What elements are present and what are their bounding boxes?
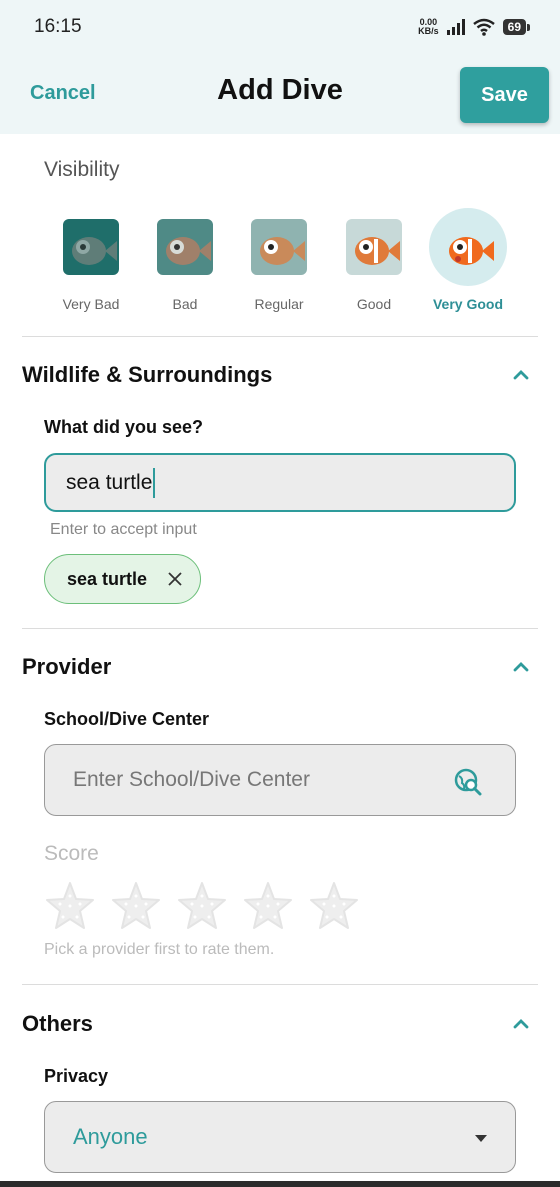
text-caret bbox=[153, 467, 156, 498]
system-nav-bar bbox=[0, 1181, 560, 1187]
privacy-select[interactable]: Anyone bbox=[44, 1101, 516, 1173]
visibility-option-label: Very Good bbox=[432, 296, 504, 312]
network-speed: 0.00 KB/s bbox=[418, 18, 439, 36]
wifi-icon bbox=[472, 18, 495, 36]
divider bbox=[22, 984, 538, 985]
battery-icon: 69 bbox=[502, 19, 531, 35]
school-input-placeholder: Enter School/Dive Center bbox=[73, 768, 310, 791]
chevron-up-icon[interactable] bbox=[510, 656, 532, 678]
score-stars bbox=[44, 880, 374, 936]
visibility-options: Very Bad Bad Regular Good Very Good bbox=[44, 208, 524, 318]
score-label: Score bbox=[44, 842, 99, 865]
visibility-label: Visibility bbox=[44, 158, 120, 181]
signal-icon bbox=[446, 19, 465, 35]
fish-icon bbox=[251, 219, 307, 275]
wildlife-chip[interactable]: sea turtle bbox=[44, 554, 201, 604]
school-input[interactable]: Enter School/Dive Center bbox=[44, 744, 516, 816]
divider bbox=[22, 336, 538, 337]
visibility-option-label: Good bbox=[356, 296, 392, 312]
save-button[interactable]: Save bbox=[460, 67, 549, 123]
chevron-up-icon[interactable] bbox=[510, 364, 532, 386]
visibility-option-bad[interactable]: Bad bbox=[135, 208, 235, 312]
visibility-option-label: Very Bad bbox=[62, 296, 120, 312]
globe-search-icon[interactable] bbox=[453, 767, 483, 797]
starfish-icon bbox=[310, 882, 358, 929]
fish-icon bbox=[440, 219, 496, 275]
starfish-icon bbox=[112, 882, 160, 929]
privacy-select-value: Anyone bbox=[73, 1124, 148, 1149]
starfish-icon bbox=[244, 882, 292, 929]
close-icon[interactable] bbox=[166, 570, 184, 588]
section-title-provider: Provider bbox=[22, 654, 112, 679]
network-speed-unit: KB/s bbox=[418, 26, 439, 36]
status-icons: 0.00 KB/s 69 bbox=[418, 18, 531, 36]
fish-icon bbox=[63, 219, 119, 275]
status-bar: 16:15 0.00 KB/s 69 bbox=[0, 0, 560, 54]
fish-icon bbox=[346, 219, 402, 275]
wildlife-question-label: What did you see? bbox=[44, 417, 204, 437]
score-hint: Pick a provider first to rate them. bbox=[44, 941, 275, 958]
starfish-icon bbox=[46, 882, 94, 929]
chip-label: sea turtle bbox=[67, 568, 148, 589]
app-header: Cancel Add Dive Save bbox=[0, 54, 560, 134]
wildlife-input-value: sea turtle bbox=[66, 470, 153, 494]
privacy-label: Privacy bbox=[44, 1066, 109, 1086]
section-title-wildlife: Wildlife & Surroundings bbox=[22, 362, 273, 387]
dropdown-arrow-icon bbox=[475, 1135, 487, 1142]
helper-text: Enter to accept input bbox=[50, 521, 197, 538]
visibility-option-regular[interactable]: Regular bbox=[229, 208, 329, 312]
visibility-option-label: Regular bbox=[254, 296, 304, 312]
wildlife-input[interactable]: sea turtle bbox=[44, 453, 516, 512]
visibility-option-very-good[interactable]: Very Good bbox=[418, 208, 518, 312]
visibility-option-label: Bad bbox=[172, 296, 198, 312]
divider bbox=[22, 628, 538, 629]
visibility-option-very-bad[interactable]: Very Bad bbox=[41, 208, 141, 312]
chevron-up-icon[interactable] bbox=[510, 1013, 532, 1035]
section-title-others: Others bbox=[22, 1011, 93, 1036]
status-time: 16:15 bbox=[34, 16, 82, 37]
visibility-option-good[interactable]: Good bbox=[324, 208, 424, 312]
starfish-icon bbox=[178, 882, 226, 929]
fish-icon bbox=[157, 219, 213, 275]
school-label: School/Dive Center bbox=[44, 709, 210, 729]
